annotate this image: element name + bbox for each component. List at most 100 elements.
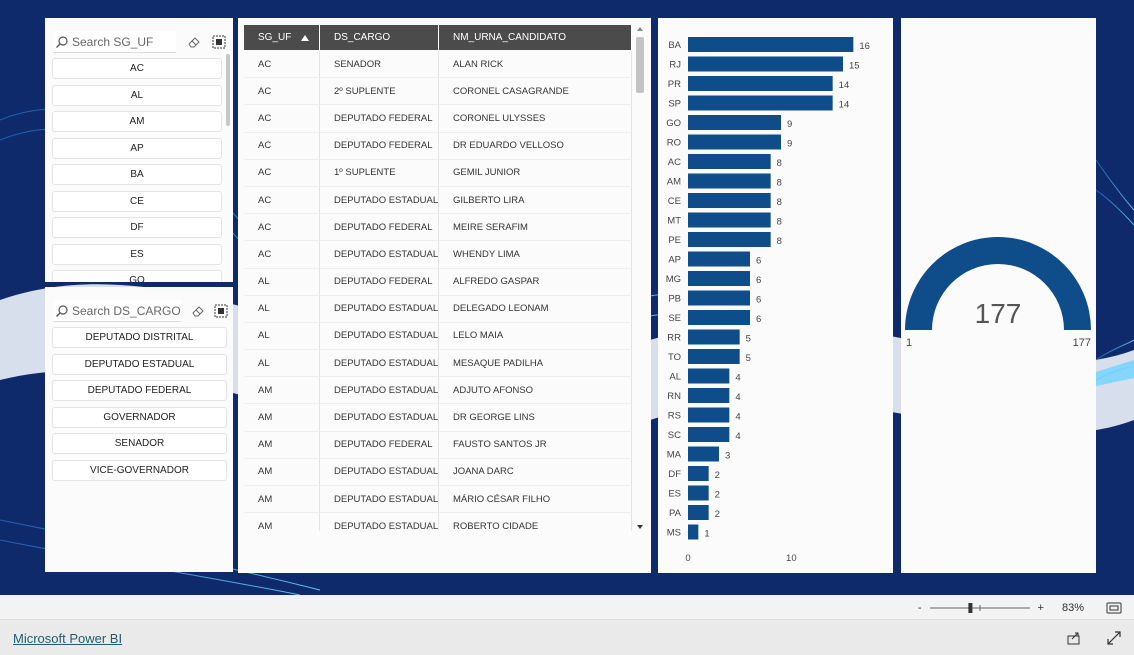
slicer-item[interactable]: DF: [52, 217, 222, 238]
gauge-value: 177: [975, 298, 1022, 329]
bar[interactable]: [688, 524, 699, 540]
slicer-item[interactable]: DEPUTADO ESTADUAL: [52, 353, 227, 375]
bar[interactable]: [688, 310, 750, 325]
category-label: SP: [668, 99, 681, 110]
bar[interactable]: [688, 37, 854, 52]
table-cell: DEPUTADO ESTADUAL: [320, 377, 439, 404]
bar[interactable]: [688, 76, 833, 91]
table-row[interactable]: AL DEPUTADO FEDERAL ALFREDO GASPAR: [244, 268, 632, 296]
table-row[interactable]: AC 1º SUPLENTE GEMIL JUNIOR: [244, 159, 632, 187]
slicer-uf-scrollbar[interactable]: [226, 54, 230, 126]
data-label: 1: [704, 529, 709, 540]
x-tick-label: 0: [685, 553, 690, 564]
bar[interactable]: [688, 466, 709, 481]
bar[interactable]: [688, 232, 771, 247]
slicer-item[interactable]: BA: [52, 164, 222, 185]
share-icon[interactable]: [1066, 630, 1082, 646]
power-bi-link[interactable]: Microsoft Power BI: [13, 631, 122, 646]
table-scrollbar[interactable]: [634, 25, 646, 531]
bar[interactable]: [688, 446, 719, 462]
category-label: ES: [668, 489, 681, 500]
bar[interactable]: [688, 505, 709, 520]
scrollbar-thumb[interactable]: [636, 37, 644, 93]
data-label: 14: [839, 100, 850, 111]
slicer-item[interactable]: VICE-GOVERNADOR: [52, 459, 227, 481]
slicer-item[interactable]: AC: [52, 58, 222, 79]
scroll-up-icon[interactable]: [634, 25, 646, 33]
data-label: 6: [756, 256, 761, 267]
table-row[interactable]: AC DEPUTADO FEDERAL CORONEL ULYSSES: [244, 105, 632, 133]
bar[interactable]: [688, 271, 750, 286]
data-label: 14: [839, 80, 850, 91]
column-header-ds-cargo[interactable]: DS_CARGO: [320, 25, 439, 50]
bar[interactable]: [688, 154, 771, 169]
column-header-nm-urna-candidato[interactable]: NM_URNA_CANDIDATO: [439, 25, 632, 50]
bar[interactable]: [688, 212, 771, 228]
table-row[interactable]: AM DEPUTADO ESTADUAL JOANA DARC: [244, 458, 632, 486]
table-row[interactable]: AM DEPUTADO ESTADUAL ADJUTO AFONSO: [244, 377, 632, 405]
table-row[interactable]: AL DEPUTADO ESTADUAL LELO MAIA: [244, 322, 632, 351]
slicer-item[interactable]: DEPUTADO FEDERAL: [52, 380, 227, 401]
select-all-icon[interactable]: [213, 302, 228, 320]
table-row[interactable]: AC 2º SUPLENTE CORONEL CASAGRANDE: [244, 78, 632, 106]
zoom-in-button[interactable]: +: [1038, 602, 1044, 614]
table-row[interactable]: AC DEPUTADO FEDERAL DR EDUARDO VELLOSO: [244, 132, 632, 160]
bar[interactable]: [688, 56, 843, 72]
bar[interactable]: [688, 173, 771, 189]
table-row[interactable]: AL DEPUTADO ESTADUAL MESAQUE PADILHA: [244, 350, 632, 378]
category-label: PE: [668, 235, 681, 246]
zoom-out-button[interactable]: -: [918, 602, 922, 614]
bar[interactable]: [688, 115, 781, 130]
fullscreen-icon[interactable]: [1106, 630, 1122, 646]
table-cell: 1º SUPLENTE: [320, 159, 439, 186]
table-cell: AM: [244, 486, 320, 513]
bar[interactable]: [688, 193, 771, 208]
bar[interactable]: [688, 134, 781, 150]
bar[interactable]: [688, 427, 730, 442]
bar[interactable]: [688, 290, 750, 306]
search-ds-cargo-input[interactable]: Search DS_CARGO: [53, 300, 181, 322]
table-row[interactable]: AC SENADOR ALAN RICK: [244, 51, 632, 79]
slicer-sg-uf: Search SG_UF AC AL AM AP BA CE DF ES GO: [45, 18, 233, 282]
data-label: 5: [746, 334, 751, 345]
slicer-item[interactable]: AL: [52, 84, 222, 106]
slicer-item[interactable]: ES: [52, 243, 222, 265]
slicer-item[interactable]: AP: [52, 137, 222, 159]
search-sg-uf-input[interactable]: Search SG_UF: [53, 31, 176, 53]
category-label: DF: [668, 469, 681, 480]
bar[interactable]: [688, 329, 740, 345]
bar[interactable]: [688, 407, 730, 423]
slicer-item[interactable]: DEPUTADO DISTRITAL: [52, 327, 227, 348]
table-row[interactable]: AC DEPUTADO ESTADUAL GILBERTO LIRA: [244, 186, 632, 215]
table-row[interactable]: AM DEPUTADO ESTADUAL DR GEORGE LINS: [244, 404, 632, 432]
fit-to-page-icon[interactable]: [1106, 602, 1122, 614]
slicer-item[interactable]: AM: [52, 111, 222, 132]
slicer-item[interactable]: CE: [52, 190, 222, 212]
data-label: 8: [777, 158, 782, 169]
category-label: SE: [668, 313, 681, 324]
bar[interactable]: [688, 95, 833, 111]
slicer-item[interactable]: GOVERNADOR: [52, 406, 227, 428]
table-row[interactable]: AM DEPUTADO ESTADUAL ROBERTO CIDADE: [244, 513, 632, 531]
bar[interactable]: [688, 349, 740, 364]
bar[interactable]: [688, 388, 730, 403]
zoom-slider[interactable]: [928, 602, 1032, 614]
slicer-item[interactable]: GO: [52, 270, 222, 282]
bar[interactable]: [688, 485, 709, 501]
column-header-sg-uf[interactable]: SG_UF: [244, 25, 320, 50]
select-all-icon[interactable]: [211, 33, 228, 51]
column-header-label: NM_URNA_CANDIDATO: [453, 32, 566, 43]
table-cell: DEPUTADO FEDERAL: [320, 431, 439, 458]
slicer-item[interactable]: SENADOR: [52, 433, 227, 454]
table-row[interactable]: AC DEPUTADO ESTADUAL WHENDY LIMA: [244, 241, 632, 269]
scroll-down-icon[interactable]: [634, 523, 646, 531]
eraser-icon[interactable]: [191, 302, 206, 320]
zoom-slider-thumb[interactable]: [967, 602, 972, 613]
eraser-icon[interactable]: [186, 33, 203, 51]
bar[interactable]: [688, 251, 750, 267]
table-row[interactable]: AL DEPUTADO ESTADUAL DELEGADO LEONAM: [244, 295, 632, 323]
table-row[interactable]: AM DEPUTADO FEDERAL FAUSTO SANTOS JR: [244, 431, 632, 459]
bar[interactable]: [688, 368, 730, 384]
table-row[interactable]: AM DEPUTADO ESTADUAL MÁRIO CÉSAR FILHO: [244, 486, 632, 514]
table-row[interactable]: AC DEPUTADO FEDERAL MEIRE SERAFIM: [244, 214, 632, 242]
